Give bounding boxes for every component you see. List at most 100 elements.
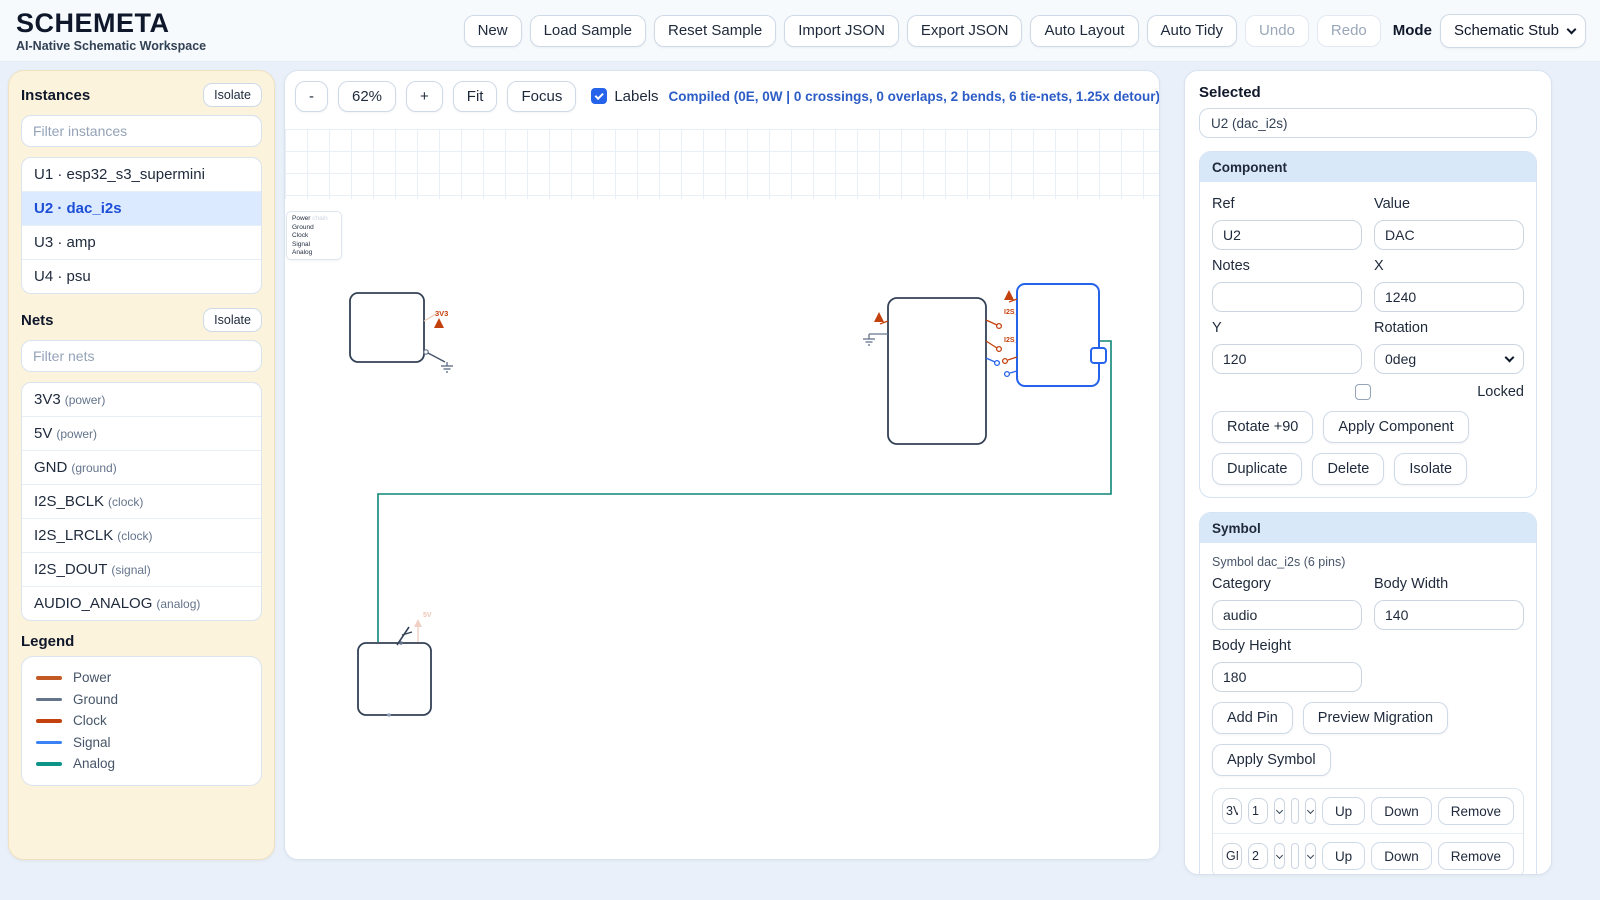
labels-toggle[interactable]: Labels [591, 88, 658, 105]
symbol-section: Symbol Symbol dac_i2s (6 pins) Category … [1199, 512, 1537, 875]
body-height-field[interactable] [1212, 662, 1362, 692]
net-item-i2s-bclk[interactable]: I2S_BCLK(clock) [22, 484, 261, 518]
nets-isolate-button[interactable]: Isolate [203, 308, 262, 332]
export-json-button[interactable]: Export JSON [907, 15, 1023, 47]
net-name: 3V3 [34, 391, 61, 408]
pin-up-button[interactable]: Up [1322, 842, 1365, 870]
component-u4[interactable] [358, 643, 431, 715]
pin-number-field[interactable] [1248, 798, 1268, 824]
net-item-gnd[interactable]: GND(ground) [22, 450, 261, 484]
pin-offset-field[interactable] [1291, 798, 1300, 824]
legend-label: Clock [73, 713, 107, 728]
pin-number-field[interactable] [1248, 843, 1268, 869]
notes-field[interactable] [1212, 282, 1362, 312]
mode-select[interactable]: Schematic Stub [1440, 14, 1586, 48]
net-item-i2s-lrclk[interactable]: I2S_LRCLK(clock) [22, 518, 261, 552]
net-item-5v[interactable]: 5V(power) [22, 416, 261, 450]
legend-label: Power [73, 670, 111, 685]
body-width-field[interactable] [1374, 600, 1524, 630]
pin-side-select[interactable] [1274, 798, 1285, 824]
pin-circle [1005, 372, 1010, 377]
pin-down-button[interactable]: Down [1371, 842, 1432, 870]
pin-row: Up Down Remove [1213, 833, 1523, 875]
pin-down-button[interactable]: Down [1371, 797, 1432, 825]
left-sidebar: Instances Isolate U1 · esp32_s3_supermin… [8, 70, 275, 860]
reset-sample-button[interactable]: Reset Sample [654, 15, 776, 47]
component-u3[interactable] [888, 298, 986, 444]
instance-item-u3[interactable]: U3 · amp [22, 225, 261, 259]
component-u2-notch [1091, 348, 1106, 363]
instance-item-u1[interactable]: U1 · esp32_s3_supermini [22, 158, 261, 191]
pin-name-field[interactable] [1222, 843, 1242, 869]
net-name: I2S_LRCLK [34, 527, 113, 544]
delete-button[interactable]: Delete [1312, 453, 1384, 485]
body-width-label: Body Width [1374, 574, 1524, 594]
ground-symbol-icon [863, 334, 875, 345]
import-json-button[interactable]: Import JSON [784, 15, 899, 47]
notes-label: Notes [1212, 256, 1362, 276]
net-item-3v3[interactable]: 3V3(power) [22, 383, 261, 416]
auto-layout-button[interactable]: Auto Layout [1030, 15, 1138, 47]
net-name: AUDIO_ANALOG [34, 595, 152, 612]
instance-item-u4[interactable]: U4 · psu [22, 259, 261, 293]
category-field[interactable] [1212, 600, 1362, 630]
schematic-canvas[interactable]: - 62% + Fit Focus Labels Compiled (0E, 0… [284, 70, 1160, 860]
new-button[interactable]: New [464, 15, 522, 47]
pin-up-button[interactable]: Up [1322, 797, 1365, 825]
analog-wire [378, 341, 1111, 642]
chevron-down-icon [1307, 806, 1314, 813]
compile-status: Compiled (0E, 0W | 0 crossings, 0 overla… [669, 89, 1160, 104]
load-sample-button[interactable]: Load Sample [530, 15, 646, 47]
ground-stub [428, 353, 445, 362]
component-u2-selected[interactable] [1017, 284, 1099, 386]
undo-button[interactable]: Undo [1245, 15, 1309, 47]
net-item-i2s-dout[interactable]: I2S_DOUT(signal) [22, 552, 261, 586]
rotation-select[interactable]: 0deg [1374, 344, 1524, 374]
zoom-in-button[interactable]: + [406, 81, 443, 112]
component-u1[interactable] [350, 293, 424, 362]
labels-checkbox-checked-icon[interactable] [591, 88, 607, 104]
instance-item-u2[interactable]: U2 · dac_i2s [22, 191, 261, 225]
value-field[interactable] [1374, 220, 1524, 250]
pin-kind-select[interactable] [1305, 798, 1316, 824]
pin-circle [997, 324, 1002, 329]
nets-filter-input[interactable] [21, 340, 262, 372]
add-pin-button[interactable]: Add Pin [1212, 702, 1293, 734]
pin-side-select[interactable] [1274, 843, 1285, 869]
apply-component-button[interactable]: Apply Component [1323, 411, 1468, 443]
locked-checkbox[interactable] [1355, 384, 1371, 400]
apply-symbol-button[interactable]: Apply Symbol [1212, 744, 1331, 776]
instances-filter-input[interactable] [21, 115, 262, 147]
instances-isolate-button[interactable]: Isolate [203, 83, 262, 107]
pin-remove-button[interactable]: Remove [1438, 842, 1514, 870]
zoom-out-button[interactable]: - [295, 81, 328, 112]
nets-title: Nets [21, 312, 54, 329]
net-kind: (power) [56, 427, 97, 441]
pin-kind-select[interactable] [1305, 843, 1316, 869]
redo-button[interactable]: Redo [1317, 15, 1381, 47]
preview-migration-button[interactable]: Preview Migration [1303, 702, 1448, 734]
focus-button[interactable]: Focus [507, 81, 576, 112]
net-name: I2S_DOUT [34, 561, 107, 578]
net-kind: (ground) [71, 461, 116, 475]
y-field[interactable] [1212, 344, 1362, 374]
zoom-level-button[interactable]: 62% [338, 81, 396, 112]
rotate-90-button[interactable]: Rotate +90 [1212, 411, 1313, 443]
fit-button[interactable]: Fit [453, 81, 498, 112]
app-subtitle: AI-Native Schematic Workspace [16, 39, 206, 53]
pin-offset-field[interactable] [1291, 843, 1300, 869]
x-field[interactable] [1374, 282, 1524, 312]
duplicate-button[interactable]: Duplicate [1212, 453, 1302, 485]
net-item-audio-analog[interactable]: AUDIO_ANALOG(analog) [22, 586, 261, 620]
legend-row-signal: Signal [36, 732, 247, 754]
ref-field[interactable] [1212, 220, 1362, 250]
auto-tidy-button[interactable]: Auto Tidy [1147, 15, 1238, 47]
pin-remove-button[interactable]: Remove [1438, 797, 1514, 825]
isolate-button[interactable]: Isolate [1394, 453, 1467, 485]
brand: SCHEMETA AI-Native Schematic Workspace [16, 8, 206, 53]
selected-value-box[interactable]: U2 (dac_i2s) [1199, 108, 1537, 138]
pin-name-field[interactable] [1222, 798, 1242, 824]
nets-list: 3V3(power) 5V(power) GND(ground) I2S_BCL… [21, 382, 262, 621]
legend-row-ground: Ground [36, 689, 247, 711]
pin-row: Up Down Remove [1213, 789, 1523, 833]
